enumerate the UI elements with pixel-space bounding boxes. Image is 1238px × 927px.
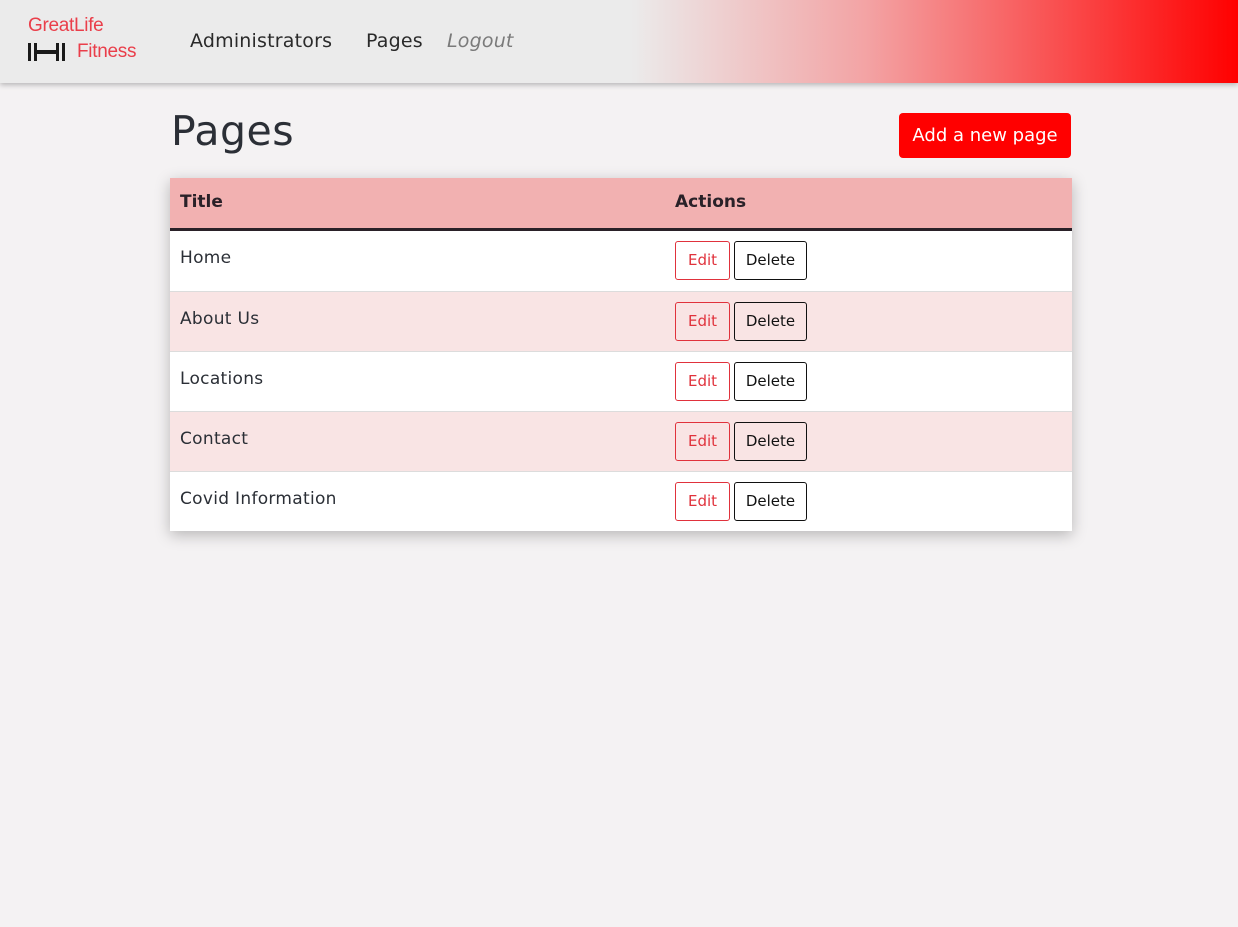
nav-pages-link[interactable]: Pages [366,28,423,54]
brand-name-line2: Fitness [77,41,137,62]
edit-button[interactable]: Edit [675,482,730,521]
table-row: Home Edit Delete [170,231,1072,291]
top-navbar: GreatLife Fitness Administrators Pages L… [0,0,1238,83]
table-row: Locations Edit Delete [170,351,1072,411]
delete-button[interactable]: Delete [734,422,807,461]
add-new-page-button[interactable]: Add a new page [899,113,1071,158]
column-header-actions: Actions [675,192,747,212]
edit-button[interactable]: Edit [675,302,730,341]
brand-logo[interactable]: GreatLife Fitness [27,14,149,66]
nav-logout-link[interactable]: Logout [447,28,514,54]
pages-table: Title Actions Home Edit Delete About Us … [170,178,1072,531]
page-title-cell: Home [180,248,232,268]
table-row: About Us Edit Delete [170,291,1072,351]
brand-name-line1: GreatLife [28,15,104,36]
nav-administrators-link[interactable]: Administrators [190,28,332,54]
page-title: Pages [171,107,295,155]
table-header: Title Actions [170,178,1072,231]
delete-button[interactable]: Delete [734,241,807,280]
dumbbell-icon [28,43,65,61]
page-title-cell: Locations [180,369,264,389]
page-title-cell: About Us [180,309,260,329]
table-row: Covid Information Edit Delete [170,471,1072,531]
column-header-title: Title [180,192,223,212]
delete-button[interactable]: Delete [734,482,807,521]
edit-button[interactable]: Edit [675,422,730,461]
edit-button[interactable]: Edit [675,362,730,401]
edit-button[interactable]: Edit [675,241,730,280]
page-title-cell: Contact [180,429,249,449]
delete-button[interactable]: Delete [734,362,807,401]
page-title-cell: Covid Information [180,489,337,509]
table-row: Contact Edit Delete [170,411,1072,471]
delete-button[interactable]: Delete [734,302,807,341]
